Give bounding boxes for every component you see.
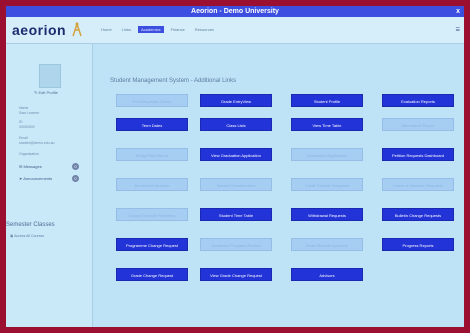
profile-name-value: Sam Learner (19, 111, 40, 115)
link-button[interactable]: Advisors (291, 268, 363, 281)
link-button[interactable]: Course Transfer Requests (116, 208, 188, 221)
page-title: Student Management System - Additional L… (110, 78, 237, 84)
link-button[interactable]: Attendance Report (382, 118, 454, 131)
profile-organisation-label: Organisation (19, 152, 39, 156)
link-button[interactable]: Pre-Requisites Check (116, 94, 188, 107)
link-button[interactable]: View Time Table (291, 118, 363, 131)
nav-academics[interactable]: Academics (138, 26, 164, 33)
link-button[interactable]: Academic Progress Review (200, 238, 272, 251)
profile-email-value: student@demo.edu.au (19, 141, 55, 145)
link-button[interactable]: Term Dates (116, 118, 188, 131)
close-icon[interactable]: x (456, 6, 460, 17)
profile-name-label: Name (19, 106, 29, 110)
all-courses-label: Access All Courses (14, 234, 45, 238)
profile-id-value: 00000000 (19, 125, 35, 129)
sidebar: ✎ Edit Profile Name Sam Learner ID 00000… (6, 44, 93, 327)
window-title-bar: Aeorion - Demo University x (6, 6, 464, 17)
link-button[interactable]: Grade Change Request (116, 268, 188, 281)
link-button[interactable]: Special Consideration (200, 178, 272, 191)
messages-label: Messages (23, 164, 42, 169)
announcements-count-badge: 0 (72, 175, 79, 182)
link-button[interactable]: Graduation Application (291, 148, 363, 161)
link-button[interactable]: Evaluation Reports (382, 94, 454, 107)
app-header: aeorion Home Links Academics Finance Res… (6, 17, 464, 44)
all-courses-link[interactable]: ▣ Access All Courses (10, 234, 44, 238)
link-button[interactable]: Petition Requests Dashboard (382, 148, 454, 161)
nav-finance[interactable]: Finance (168, 26, 188, 33)
link-button[interactable]: Withdrawal Requests (291, 208, 363, 221)
app-logo[interactable]: aeorion (12, 22, 66, 38)
avatar (39, 64, 61, 88)
link-button[interactable]: Grade EntryView (200, 94, 272, 107)
edit-profile-link[interactable]: ✎ Edit Profile (34, 90, 58, 95)
profile-email-label: Email (19, 136, 28, 140)
link-button[interactable]: Credit Transfer Requests (291, 178, 363, 191)
messages-count-badge: 0 (72, 163, 79, 170)
link-button[interactable]: Study Plan Report (116, 148, 188, 161)
link-button[interactable]: Enrolment Variation (116, 178, 188, 191)
semester-classes-heading: Semester Classes (6, 222, 55, 228)
link-button[interactable]: View Graduation Application (200, 148, 272, 161)
link-button[interactable]: Exam Results Approval (291, 238, 363, 251)
window-title: Aeorion - Demo University (191, 8, 279, 15)
nav-home[interactable]: Home (98, 26, 115, 33)
link-button[interactable]: Bulletin Change Requests (382, 208, 454, 221)
link-button[interactable]: Progress Reports (382, 238, 454, 251)
link-button[interactable]: Programme Change Request (116, 238, 188, 251)
sidebar-item-messages[interactable]: ✉ Messages (19, 164, 42, 169)
nav-resources[interactable]: Resources (192, 26, 217, 33)
announcements-label: Announcements (23, 176, 53, 181)
logo-mark-icon (72, 21, 82, 37)
nav-links[interactable]: Links (119, 26, 134, 33)
profile-id-label: ID (19, 120, 23, 124)
link-button[interactable]: Leave of Absence Requests (382, 178, 454, 191)
edit-profile-label: Edit Profile (38, 90, 58, 95)
sidebar-item-announcements[interactable]: ➤ Announcements (19, 176, 52, 181)
screen: Aeorion - Demo University x aeorion Home… (6, 6, 464, 327)
top-nav: Home Links Academics Finance Resources (98, 26, 217, 33)
link-button[interactable]: Student Profile (291, 94, 363, 107)
link-button[interactable]: View Grade Change Request (200, 268, 272, 281)
link-button[interactable]: Student Time Table (200, 208, 272, 221)
link-button[interactable]: Class Lists (200, 118, 272, 131)
menu-icon[interactable]: ☰ (456, 27, 460, 33)
